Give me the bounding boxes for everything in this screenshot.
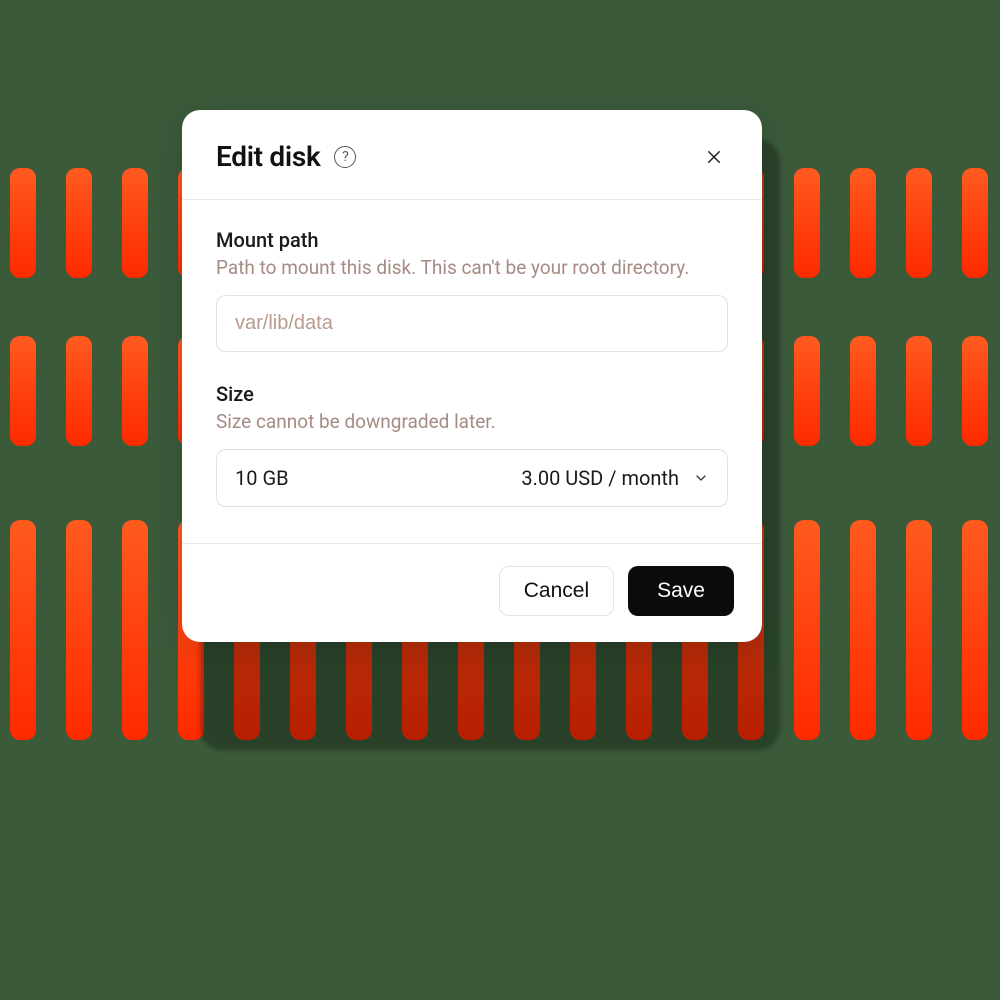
mount-path-field: Mount path Path to mount this disk. This… — [216, 228, 728, 352]
modal-title: Edit disk — [216, 140, 320, 173]
modal-header: Edit disk ? — [182, 110, 762, 199]
modal-footer: Cancel Save — [182, 543, 762, 642]
size-price: 3.00 USD / month — [521, 466, 679, 490]
close-icon — [705, 148, 723, 166]
size-select[interactable]: 10 GB 3.00 USD / month — [216, 449, 728, 507]
edit-disk-modal: Edit disk ? Mount path Path to mount thi… — [182, 110, 762, 642]
save-button[interactable]: Save — [628, 566, 734, 616]
chevron-down-icon — [693, 470, 709, 486]
close-button[interactable] — [700, 143, 728, 171]
cancel-button[interactable]: Cancel — [499, 566, 614, 616]
size-value: 10 GB — [235, 466, 289, 490]
mount-path-label: Mount path — [216, 228, 728, 252]
size-label: Size — [216, 382, 728, 406]
mount-path-input[interactable] — [216, 295, 728, 352]
size-help: Size cannot be downgraded later. — [216, 410, 728, 433]
size-field: Size Size cannot be downgraded later. 10… — [216, 382, 728, 507]
modal-body: Mount path Path to mount this disk. This… — [182, 200, 762, 543]
help-icon[interactable]: ? — [334, 146, 356, 168]
mount-path-help: Path to mount this disk. This can't be y… — [216, 256, 728, 279]
